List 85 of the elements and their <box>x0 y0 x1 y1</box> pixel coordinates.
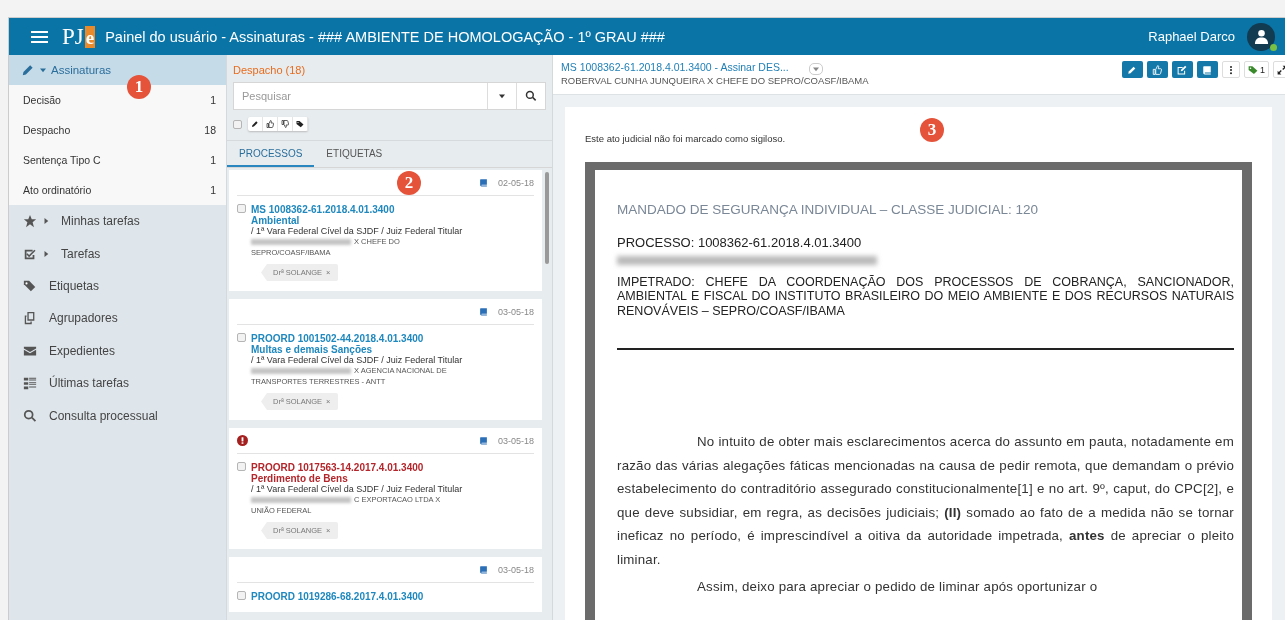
document-paragraph: No intuito de obter mais esclarecimentos acerca do assunto em pauta, notadamente em razão das várias alegações fáticas mencionadas na causa de pedir remota, que demandam o prévio estabelecimento do contraditório assegurado constitucionalmente[1] e no art. 9º, caput, do CPC[2], e que deve subsidiar, em regra, as decisões judiciais; (II) somado ao fato de a medida não se tornar ineficaz no período, é imprescindível a oitiva da autoridade impetrada, antes de apreciar o pleito liminar. <box>617 433 1234 569</box>
tag-icon <box>296 120 304 128</box>
checkbox[interactable] <box>237 204 246 213</box>
user-avatar[interactable] <box>1247 22 1275 51</box>
caret-icon <box>40 67 46 73</box>
court-text: / 1ª Vara Federal Cível da SJDF / Juiz Federal Titular <box>251 355 463 365</box>
thumbs-down-icon <box>281 120 289 128</box>
book-icon <box>478 436 488 445</box>
sidebar-item[interactable]: Tarefas <box>9 237 226 270</box>
expand-icon <box>1277 64 1285 75</box>
checkbox[interactable] <box>237 462 246 471</box>
card-date: 03-05-18 <box>497 435 534 446</box>
card-date: 03-05-18 <box>497 306 534 317</box>
pencil-icon <box>21 63 35 77</box>
card-date: 03-05-18 <box>497 564 534 575</box>
pencil-icon <box>1127 64 1138 75</box>
checkbox[interactable] <box>237 333 246 342</box>
process-number[interactable]: PROORD 1001502-44.2018.4.01.3400 <box>251 333 463 344</box>
sidebar-subitem[interactable]: Despacho <box>23 124 71 136</box>
sidebar-item[interactable]: Consulta processual <box>9 399 226 432</box>
tags-icon <box>23 278 37 293</box>
sidebar-item[interactable]: Expedientes <box>9 334 226 367</box>
parties-subtitle: ROBERVAL CUNHA JUNQUEIRA X CHEFE DO SEPRO/COASF/IBAMA <box>561 75 869 87</box>
list-icon <box>23 376 37 391</box>
tag-icon <box>1248 64 1258 75</box>
search-icon <box>23 408 37 423</box>
thumbs-up-icon <box>266 120 274 128</box>
court-text: / 1ª Vara Federal Cível da SJDF / Juiz Federal Titular <box>251 226 463 236</box>
sidebar-item[interactable]: Etiquetas <box>9 269 226 303</box>
document-paragraph: Assim, deixo para apreciar o pedido de liminar após oportunizar o <box>696 578 1099 597</box>
process-subject: Multas e demais Sanções <box>251 344 374 355</box>
copy-icon <box>23 311 37 326</box>
item-count: 1 <box>210 184 216 196</box>
caret-icon <box>43 250 49 257</box>
edit-icon <box>1177 64 1188 75</box>
book-icon <box>1202 64 1213 75</box>
process-line: PROCESSO: 1008362-61.2018.4.01.3400 <box>617 235 863 250</box>
toolbar-button[interactable] <box>263 117 278 131</box>
card-date: 02-05-18 <box>497 177 534 188</box>
court-text: / 1ª Vara Federal Cível da SJDF / Juiz Federal Titular <box>251 484 463 494</box>
notice-text: Este ato judicial não foi marcado como sigiloso. <box>585 133 787 144</box>
item-count: 18 <box>204 124 216 136</box>
dropdown-button[interactable] <box>808 63 823 75</box>
process-subject: Ambiental <box>251 215 301 226</box>
sidebar-item[interactable]: Últimas tarefas <box>9 366 226 400</box>
search-bar[interactable]: Pesquisar <box>233 82 546 110</box>
caret-icon <box>43 218 49 225</box>
app-logo: PJe <box>62 25 96 48</box>
page-title: Painel do usuário - Assinaturas - ### AMBIENTE DE HOMOLOGAÇÃO - 1º GRAU ### <box>105 28 666 45</box>
sidebar-item[interactable]: Agrupadores <box>9 302 226 335</box>
book-icon <box>478 565 488 574</box>
process-link[interactable]: MS 1008362-61.2018.4.01.3400 - Assinar DES... <box>561 61 789 74</box>
process-number[interactable]: PROORD 1019286-68.2017.4.01.3400 <box>251 591 424 602</box>
checkbox[interactable] <box>233 119 242 129</box>
action-button[interactable] <box>1222 61 1240 78</box>
process-subject: Perdimento de Bens <box>251 473 349 484</box>
process-number[interactable]: PROORD 1017563-14.2017.4.01.3400 <box>251 462 463 473</box>
thumbs-up-icon <box>1152 64 1163 75</box>
tab[interactable]: ETIQUETAS <box>314 141 395 167</box>
item-count: 1 <box>210 154 216 166</box>
person-icon <box>1253 29 1269 44</box>
user-name[interactable]: Raphael Darco <box>1148 29 1235 44</box>
sidebar-subitem[interactable]: Sentença Tipo C <box>23 154 101 166</box>
sidebar-subitem[interactable]: Ato ordinatório <box>23 184 92 196</box>
tab[interactable]: PROCESSOS <box>227 141 315 167</box>
process-number[interactable]: MS 1008362-61.2018.4.01.3400 <box>251 204 463 215</box>
process-card[interactable]: 03-05-18 PROORD 1019286-68.2017.4.01.3400 <box>229 557 542 612</box>
caret-icon <box>499 93 505 99</box>
item-count: 1 <box>210 94 216 106</box>
respondent-text: IMPETRADO: CHEFE DA COORDENAÇÃO DOS PROCESSOS DE COBRANÇA, SANCIONADOR, AMBIENTAL E FISCAL DO INSTITUTO BRASILEIRO DO MEIO AMBIENTE E DOS RECURSOS NATURAIS RENOVÁVEIS – SEPRO/COASF/IBAMA <box>617 275 1234 319</box>
scrollbar[interactable] <box>545 172 549 264</box>
checkbox[interactable] <box>237 591 246 600</box>
search-icon <box>525 90 537 102</box>
star-icon <box>23 214 37 229</box>
menu-icon[interactable] <box>31 29 48 44</box>
list-heading: Despacho (18) <box>232 63 307 78</box>
book-icon <box>478 178 488 187</box>
sidebar-subitem[interactable]: Decisão <box>23 94 61 106</box>
sidebar-item[interactable]: Minhas tarefas <box>9 205 226 238</box>
action-button[interactable]: 1 <box>1244 61 1269 78</box>
document-heading: MANDADO DE SEGURANÇA INDIVIDUAL – CLASSE JUDICIAL: 120 <box>617 202 1040 217</box>
book-icon <box>478 307 488 316</box>
pencil-icon <box>251 120 259 128</box>
caret-icon <box>812 66 819 72</box>
toolbar-button[interactable] <box>278 117 293 131</box>
